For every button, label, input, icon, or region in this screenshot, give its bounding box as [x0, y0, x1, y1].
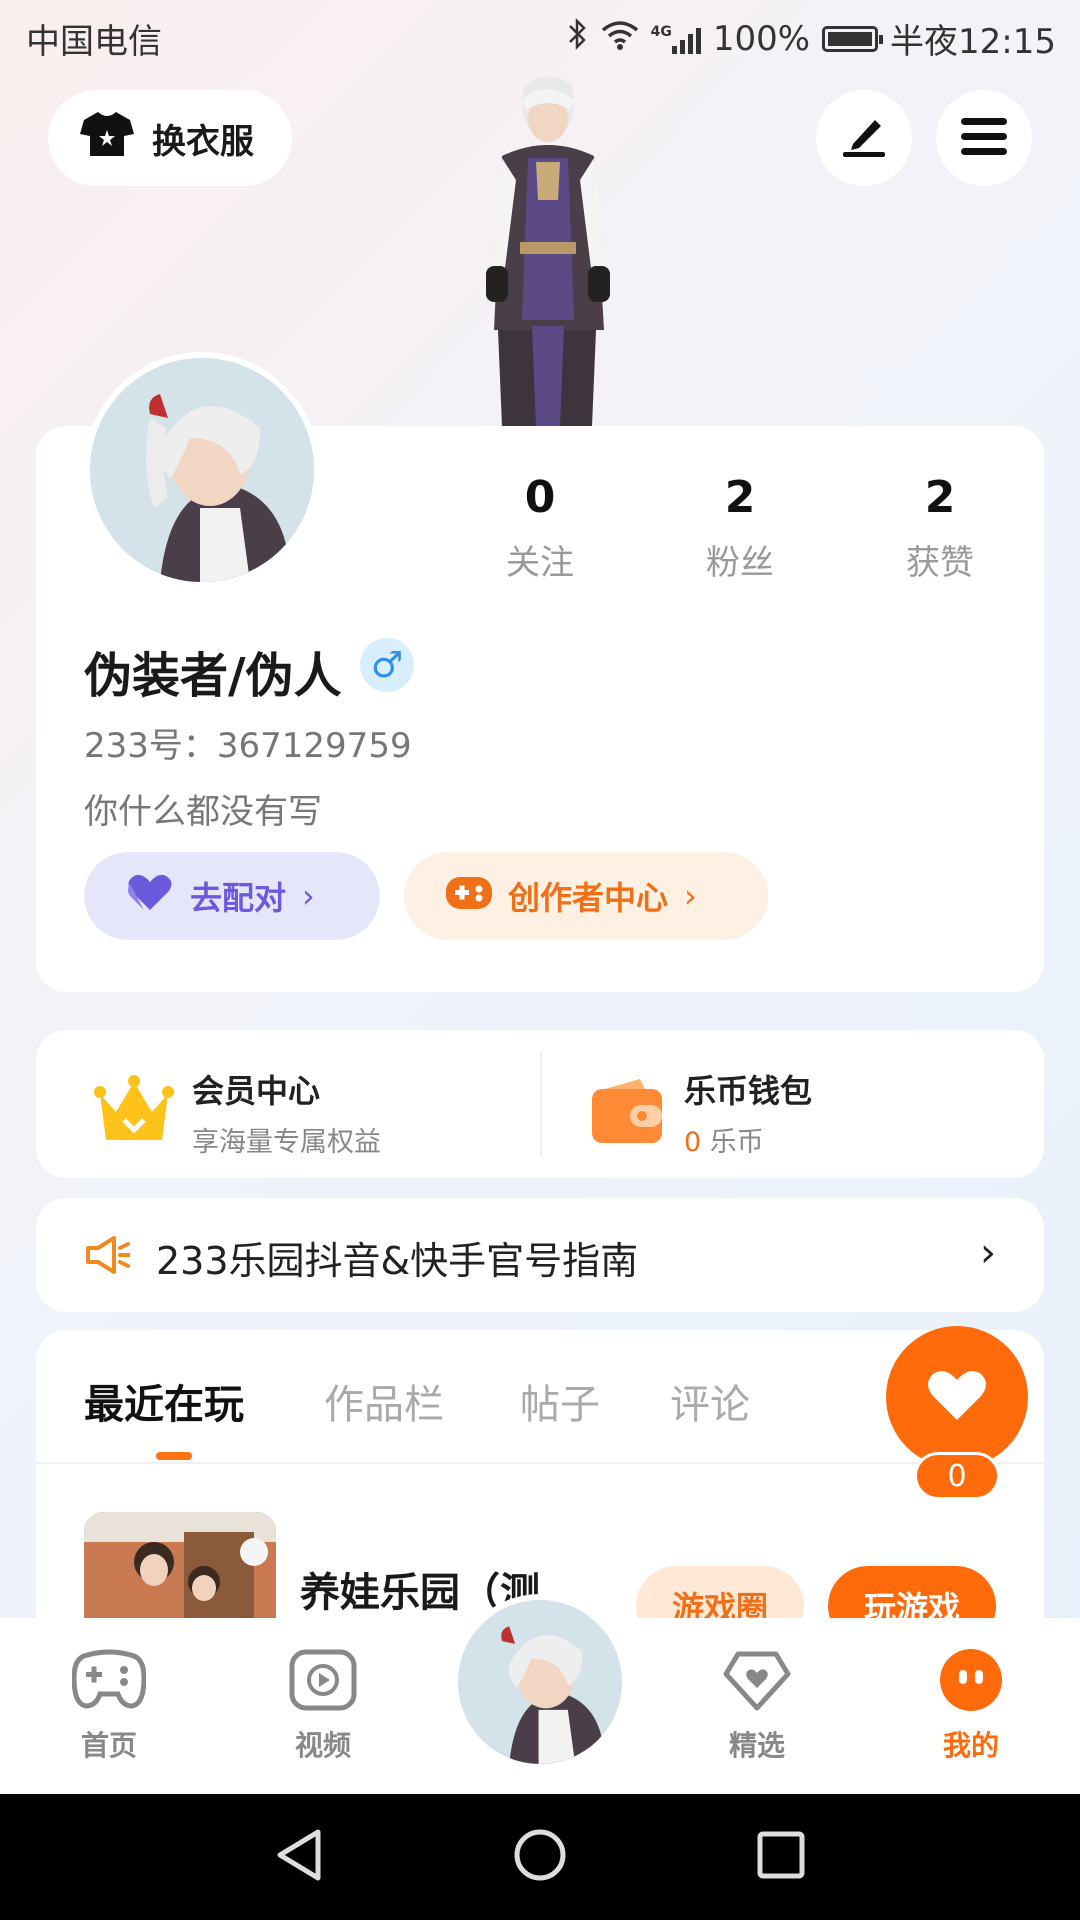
clock: 半夜12:15	[890, 22, 1056, 62]
menu-button[interactable]	[936, 90, 1032, 186]
network-type: 4G	[650, 23, 672, 40]
member-center-entry[interactable]: 会员中心 享海量专属权益	[94, 1066, 381, 1159]
tshirt-icon	[80, 110, 134, 167]
wallet-balance: 0 乐币	[684, 1120, 812, 1159]
profile-stats: 0 关注 2 粉丝 2 获赞	[440, 472, 1040, 584]
tab-comments[interactable]: 评论	[670, 1372, 750, 1430]
likes-received-count: 2	[924, 472, 956, 523]
tab-posts[interactable]: 帖子	[520, 1372, 600, 1430]
creator-center-button[interactable]: 创作者中心 ›	[404, 852, 768, 940]
nav-video[interactable]: 视频	[258, 1648, 388, 1764]
divider	[540, 1052, 542, 1156]
following-stat[interactable]: 0 关注	[440, 472, 640, 584]
following-label: 关注	[506, 543, 574, 583]
edit-profile-button[interactable]	[816, 90, 912, 186]
battery-percent: 100%	[712, 18, 811, 59]
member-center-subtitle: 享海量专属权益	[192, 1127, 381, 1158]
bluetooth-icon	[567, 17, 589, 60]
tab-recently-played[interactable]: 最近在玩	[84, 1372, 244, 1430]
heart-icon	[126, 872, 174, 920]
face-icon	[937, 1649, 1005, 1716]
like-button[interactable]	[886, 1326, 1028, 1468]
home-icon[interactable]	[513, 1828, 567, 1886]
battery-icon	[822, 25, 884, 52]
chevron-right-icon: ›	[684, 877, 697, 915]
status-bar: 中国电信 4G 100% 半夜12:15	[0, 0, 1080, 76]
cellular-signal-icon: 4G	[651, 24, 701, 54]
nav-me[interactable]: 我的	[906, 1648, 1036, 1764]
likes-received-label: 获赞	[906, 543, 974, 583]
wallet-entry[interactable]: 乐币钱包 0 乐币	[590, 1066, 812, 1159]
gamepad-icon	[446, 873, 492, 919]
status-indicators: 4G 100% 半夜12:15	[567, 14, 1056, 63]
crown-icon	[94, 1074, 174, 1152]
followers-stat[interactable]: 2 粉丝	[640, 472, 840, 584]
following-count: 0	[524, 472, 556, 523]
divider	[36, 1462, 1044, 1464]
video-icon	[288, 1649, 358, 1716]
nav-featured[interactable]: 精选	[692, 1648, 822, 1764]
megaphone-icon	[84, 1234, 131, 1280]
nav-home-label: 首页	[80, 1729, 137, 1762]
creator-center-label: 创作者中心	[508, 879, 669, 917]
avatar[interactable]	[84, 352, 320, 588]
change-outfit-button[interactable]: 换衣服	[48, 90, 292, 186]
username: 伪装者/伪人	[84, 648, 342, 704]
followers-label: 粉丝	[706, 543, 774, 583]
nav-me-label: 我的	[942, 1729, 999, 1762]
male-gender-icon: ♂	[360, 638, 414, 692]
avatar-character-model[interactable]	[462, 70, 632, 426]
notice-text: 233乐园抖音&快手官号指南	[156, 1239, 639, 1283]
wallet-amount: 0	[684, 1127, 702, 1158]
recent-apps-icon[interactable]	[756, 1830, 806, 1884]
tab-works[interactable]: 作品栏	[324, 1372, 444, 1430]
like-count-badge: 0	[914, 1452, 1000, 1500]
wallet-unit: 乐币	[709, 1127, 764, 1158]
match-button[interactable]: 去配对 ›	[84, 852, 380, 940]
change-outfit-label: 换衣服	[152, 121, 254, 162]
chevron-right-icon: ›	[302, 877, 315, 915]
game-thumbnail[interactable]	[84, 1512, 276, 1622]
likes-stat[interactable]: 2 获赞	[840, 472, 1040, 584]
followers-count: 2	[724, 472, 756, 523]
member-center-title: 会员中心	[192, 1072, 321, 1110]
user-id[interactable]: 233号：367129759	[84, 718, 412, 767]
back-icon[interactable]	[274, 1828, 324, 1886]
heart-diamond-icon	[722, 1651, 792, 1716]
nav-featured-label: 精选	[728, 1729, 785, 1762]
wallet-title: 乐币钱包	[684, 1072, 813, 1110]
nav-home[interactable]: 首页	[44, 1648, 174, 1764]
user-bio[interactable]: 你什么都没有写	[84, 784, 322, 833]
system-navigation-bar	[0, 1794, 1080, 1920]
pen-icon	[841, 114, 887, 162]
match-label: 去配对	[190, 879, 287, 917]
hamburger-menu-icon	[961, 116, 1007, 160]
chevron-right-icon: ›	[980, 1230, 996, 1276]
heart-icon	[927, 1368, 987, 1426]
active-tab-indicator	[156, 1452, 192, 1460]
wallet-icon	[590, 1077, 664, 1149]
wifi-icon	[601, 19, 639, 59]
avatar-home-button[interactable]	[452, 1594, 628, 1770]
gamepad-icon	[71, 1649, 147, 1716]
nav-video-label: 视频	[294, 1729, 351, 1762]
carrier-name: 中国电信	[26, 22, 162, 62]
